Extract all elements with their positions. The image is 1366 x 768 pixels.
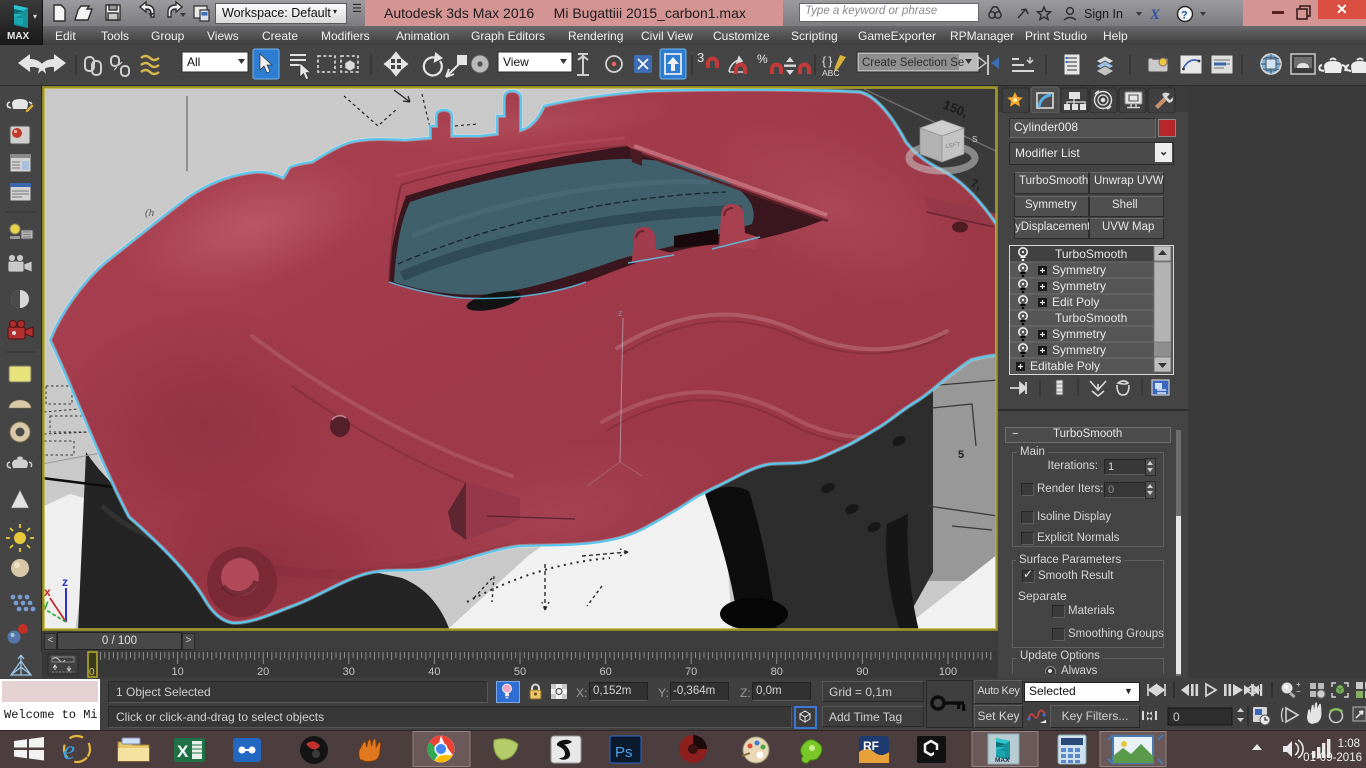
svg-text:e: e <box>63 735 75 765</box>
svg-text:60: 60 <box>599 666 611 678</box>
svg-text:Symmetry: Symmetry <box>1052 263 1106 277</box>
svg-text:TurboSmooth: TurboSmooth <box>1055 247 1127 261</box>
svg-text:Symmetry: Symmetry <box>1052 327 1106 341</box>
svg-text:?: ? <box>1181 10 1188 22</box>
svg-text:Ps: Ps <box>615 744 633 761</box>
svg-text:Symmetry: Symmetry <box>1052 343 1106 357</box>
svg-text:ABC: ABC <box>822 68 839 78</box>
svg-text:80: 80 <box>771 666 783 678</box>
svg-text:30: 30 <box>343 666 355 678</box>
svg-text:TurboSmooth: TurboSmooth <box>1055 311 1127 325</box>
svg-text:MAX: MAX <box>995 757 1010 764</box>
svg-text:Symmetry: Symmetry <box>1052 279 1106 293</box>
svg-text:Sign In: Sign In <box>1084 7 1123 21</box>
svg-text:0: 0 <box>89 667 95 678</box>
svg-text:01-09-2016: 01-09-2016 <box>1303 752 1362 764</box>
svg-text:Edit Poly: Edit Poly <box>1052 295 1099 309</box>
svg-text:S: S <box>972 135 977 144</box>
svg-text:3: 3 <box>697 50 704 65</box>
svg-text:View: View <box>503 55 529 69</box>
svg-text:Create Selection Se: Create Selection Se <box>862 57 964 69</box>
svg-text:100: 100 <box>939 666 957 678</box>
svg-text:z: z <box>618 308 623 318</box>
svg-text:%: % <box>757 52 768 66</box>
svg-text:1:08: 1:08 <box>1338 738 1360 750</box>
svg-text:(h: (h <box>145 207 155 219</box>
svg-text:0: 0 <box>1173 710 1180 724</box>
svg-text:50: 50 <box>514 666 526 678</box>
svg-text:{ }: { } <box>822 54 832 68</box>
svg-text:40: 40 <box>428 666 440 678</box>
svg-text:−: − <box>1296 687 1301 696</box>
svg-text:RF: RF <box>863 739 879 753</box>
svg-text:70: 70 <box>685 666 697 678</box>
svg-text:10: 10 <box>171 666 183 678</box>
svg-text:20: 20 <box>257 666 269 678</box>
svg-text:z: z <box>62 575 68 589</box>
svg-text:5: 5 <box>958 449 964 461</box>
svg-text:X: X <box>177 742 189 761</box>
svg-text:All: All <box>187 55 200 69</box>
svg-text:X: X <box>1149 7 1161 23</box>
svg-text:Editable Poly: Editable Poly <box>1030 359 1100 372</box>
svg-text:90: 90 <box>856 666 868 678</box>
